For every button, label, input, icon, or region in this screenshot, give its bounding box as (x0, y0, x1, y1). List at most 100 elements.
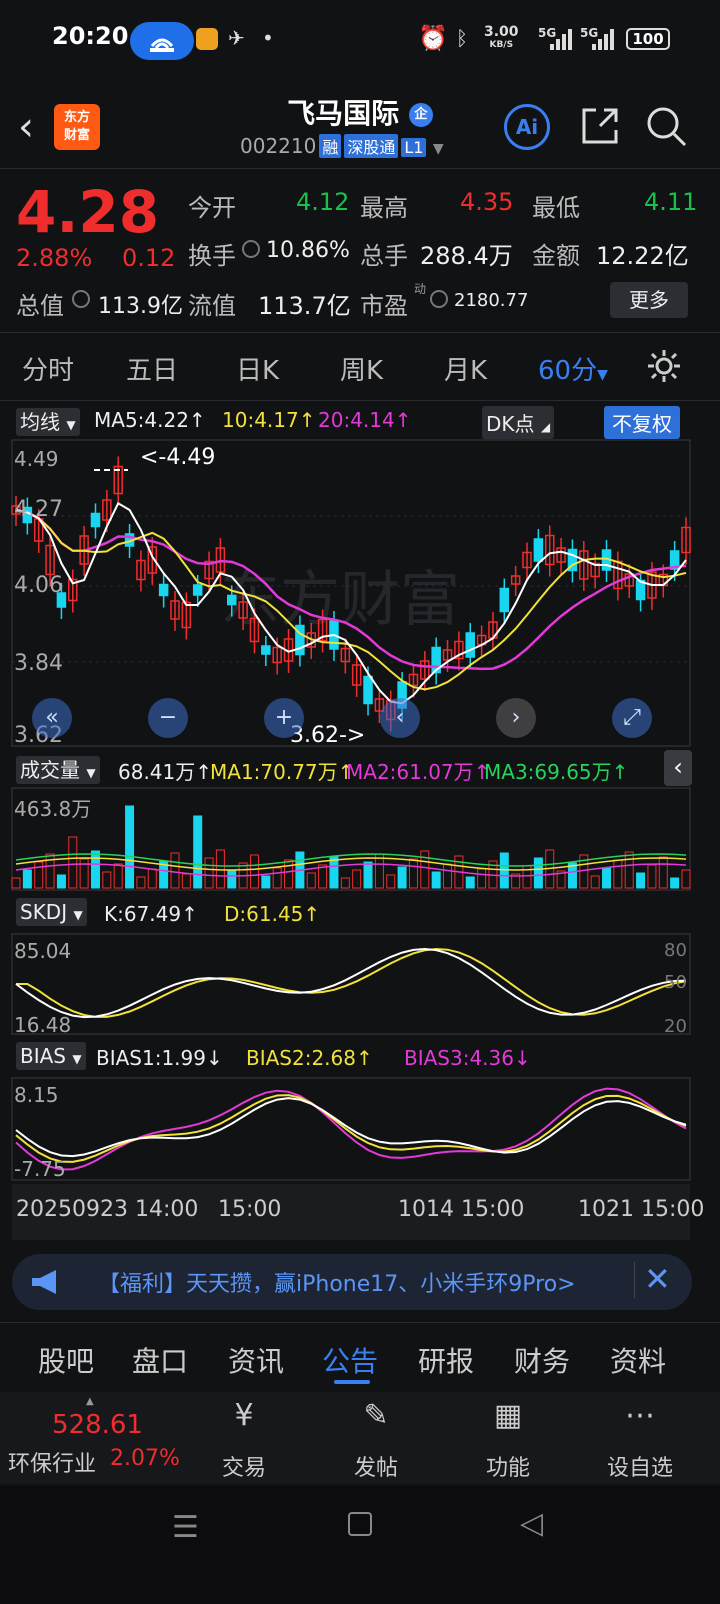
step-right-icon[interactable]: › (496, 698, 536, 738)
volume-bar (136, 876, 146, 889)
hotspot-pill[interactable] (130, 22, 194, 60)
net-speed: 3.00 KB/S (484, 25, 519, 52)
float-label: 流值 (188, 292, 236, 320)
tab-forum[interactable]: 股吧 (38, 1340, 94, 1380)
post-icon[interactable]: ✎ (336, 1398, 416, 1433)
sector-name[interactable]: 环保行业 (8, 1446, 96, 1478)
battery-indicator: 100 (626, 28, 670, 50)
watchlist-icon[interactable]: ⋯ (600, 1398, 680, 1433)
trade-icon[interactable]: ¥ (204, 1398, 284, 1433)
ai-icon[interactable]: Ai (504, 104, 550, 150)
tab-60min-label: 60分 (538, 356, 598, 386)
more-button[interactable]: 更多 (610, 282, 688, 318)
skdj-indicator-button[interactable]: SKDJ ▼ (16, 898, 87, 926)
bias-indicator-selector[interactable]: BIAS ▼ (16, 1042, 86, 1070)
pe-dynamic-mark: 动 (414, 282, 427, 296)
close-icon[interactable]: ✕ (644, 1260, 671, 1298)
volume-bar (306, 872, 316, 889)
divider (0, 1322, 720, 1323)
fullscreen-icon[interactable]: ⤢ (612, 698, 652, 738)
divider (0, 332, 720, 333)
tag-level: L1 (401, 138, 427, 157)
volume-bar (125, 805, 135, 889)
candle (533, 538, 544, 562)
tab-monthly[interactable]: 月K (444, 350, 487, 387)
volume-bar (22, 869, 32, 889)
chevron-down-icon: ▼ (432, 141, 444, 157)
volume-bar (227, 870, 237, 889)
tab-five-day[interactable]: 五日 (126, 350, 178, 387)
trade-button[interactable]: 交易 (204, 1450, 284, 1482)
bias-indicator-button[interactable]: BIAS ▼ (16, 1042, 86, 1070)
volume-bar (477, 868, 487, 889)
add-watchlist-button[interactable]: 设自选 (600, 1450, 680, 1482)
sector-index-value[interactable]: 528.61 (52, 1410, 143, 1440)
tab-news[interactable]: 资讯 (228, 1340, 284, 1380)
zoom-out-icon[interactable]: − (148, 698, 188, 738)
volume-indicator-selector[interactable]: 成交量 ▼ (16, 754, 100, 784)
volume-bar (624, 851, 634, 889)
adjust-button[interactable]: 不复权 (604, 406, 680, 439)
volume-bar (34, 861, 44, 889)
tab-intraday[interactable]: 分时 (22, 350, 74, 387)
tab-financials[interactable]: 财务 (514, 1340, 570, 1380)
info-icon[interactable] (430, 290, 448, 308)
low-label: 最低 (532, 194, 580, 222)
menu-nav-icon[interactable]: ☰ (172, 1510, 199, 1545)
home-nav-icon[interactable] (348, 1512, 372, 1536)
tab-60min[interactable]: 60分▼ (538, 350, 608, 387)
banner-divider (634, 1262, 635, 1298)
info-icon[interactable] (242, 240, 260, 258)
volume-bar (465, 876, 475, 889)
y-tick: 4.49 (14, 447, 59, 471)
volume-bar (261, 875, 271, 889)
tab-research[interactable]: 研报 (418, 1340, 474, 1380)
change-amount: 0.12 (122, 244, 176, 272)
send-icon: ✈ (228, 26, 245, 50)
skdj-y-bottom: 16.48 (14, 1013, 71, 1037)
ma-indicator-selector[interactable]: 均线 ▼ (16, 406, 80, 436)
bias3-legend: BIAS3:4.36↓ (404, 1046, 531, 1070)
open-value: 4.12 (296, 188, 350, 216)
collapse-panel-icon[interactable]: ‹ (664, 750, 692, 786)
step-left-icon[interactable]: ‹ (380, 698, 420, 738)
volume-indicator-button[interactable]: 成交量 ▼ (16, 756, 100, 784)
post-button[interactable]: 发帖 (336, 1450, 416, 1482)
skdj-indicator-selector[interactable]: SKDJ ▼ (16, 898, 87, 926)
chart-area[interactable]: 东方财富 4.49 4.27 4.06 3.84 3.62 <-4.49 3.6… (0, 436, 720, 1244)
open-label: 今开 (188, 194, 236, 222)
ma5-legend: MA5:4.22↑ (94, 408, 206, 432)
tab-announcements[interactable]: 公告 (322, 1340, 378, 1380)
chevron-down-icon: ▼ (73, 908, 83, 922)
net-speed-unit: KB/S (489, 40, 514, 50)
mktcap-value: 113.9亿 (98, 294, 183, 319)
tab-orderbook[interactable]: 盘口 (132, 1340, 188, 1380)
skdj-d-legend: D:61.45↑ (224, 902, 321, 926)
ma-indicator-button[interactable]: 均线 ▼ (16, 408, 80, 436)
search-icon[interactable] (644, 104, 688, 148)
tag-margin: 融 (319, 134, 342, 158)
scroll-left-icon[interactable]: « (32, 698, 72, 738)
share-icon[interactable] (578, 104, 622, 148)
current-price: 4.28 (16, 178, 160, 246)
functions-button[interactable]: 功能 (468, 1450, 548, 1482)
back-nav-icon[interactable]: ◁ (520, 1506, 543, 1541)
vol-ma3-legend: MA3:69.65万↑ (484, 760, 629, 784)
functions-icon[interactable]: ▦ (468, 1398, 548, 1433)
volume-bar (249, 854, 259, 889)
low-value: 4.11 (644, 188, 698, 216)
volume-bar (318, 864, 328, 889)
volume-bar (602, 867, 612, 889)
candle (499, 587, 510, 613)
volume-indicator-label: 成交量 (20, 758, 80, 782)
stock-code-row[interactable]: 002210 融深股通 L1 ▼ (240, 134, 444, 158)
zoom-in-icon[interactable]: + (264, 698, 304, 738)
tab-profile[interactable]: 资料 (610, 1340, 666, 1380)
tab-weekly[interactable]: 周K (340, 350, 383, 387)
tab-daily[interactable]: 日K (236, 350, 279, 387)
dk-point-button[interactable]: DK点 ◢ (482, 406, 555, 439)
volume-bar (272, 867, 282, 889)
info-icon[interactable] (72, 290, 90, 308)
gear-icon[interactable] (646, 348, 682, 384)
banner-text[interactable]: 【福利】天天攒，赢iPhone17、小米手环9Pro> (98, 1266, 576, 1298)
